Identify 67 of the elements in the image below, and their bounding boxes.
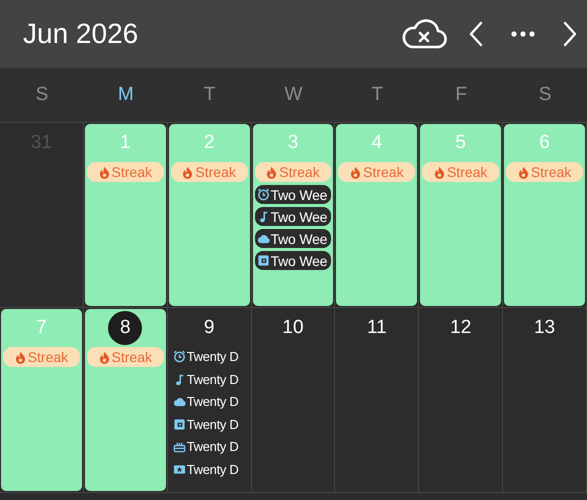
weekday-label: S xyxy=(538,84,552,106)
cloud-error-icon[interactable] xyxy=(401,19,447,49)
streak-tag[interactable]: Streak xyxy=(338,162,416,182)
flame-icon xyxy=(350,166,362,178)
day-number[interactable]: 11 xyxy=(360,311,394,345)
streak-tag[interactable]: Streak xyxy=(254,162,332,182)
cloud-icon xyxy=(256,232,270,245)
flame-icon xyxy=(98,166,110,178)
day-cell[interactable]: 8 Streak xyxy=(84,309,166,491)
weekday-label: M xyxy=(118,84,134,106)
alarm-icon xyxy=(256,188,270,201)
day-cell[interactable]: 6 Streak xyxy=(504,124,585,306)
day-cell[interactable]: 3 Streak Two Wee Two Wee Two Wee Two Wee xyxy=(252,124,334,306)
streak-tag[interactable]: Streak xyxy=(86,162,164,182)
cake-icon xyxy=(172,440,186,454)
day-number[interactable]: 7 xyxy=(24,311,58,345)
flame-icon xyxy=(182,166,194,178)
weekday-label: W xyxy=(284,84,302,106)
day-cell[interactable]: 7 Streak xyxy=(1,309,82,491)
day-number[interactable]: 13 xyxy=(528,311,562,345)
flame-icon xyxy=(266,166,278,178)
event-entry[interactable]: Two Wee xyxy=(254,185,332,204)
streak-tag[interactable]: Streak xyxy=(86,347,164,367)
flame-icon xyxy=(98,350,110,364)
streak-tag[interactable]: Streak xyxy=(422,162,500,182)
event-entry[interactable]: Twenty D xyxy=(170,437,248,456)
flame-icon xyxy=(434,166,445,178)
weekday-label: F xyxy=(455,84,468,106)
day-number[interactable]: 3 xyxy=(276,126,310,160)
day-number[interactable]: 9 xyxy=(192,311,226,345)
weekday-label: T xyxy=(204,84,216,106)
ticket-icon xyxy=(172,462,186,476)
day-cell[interactable]: 1 Streak xyxy=(84,124,166,306)
event-entry[interactable]: Two Wee xyxy=(254,207,332,226)
weekday-label: S xyxy=(36,84,48,106)
day-number[interactable]: 5 xyxy=(444,126,478,160)
event-entry[interactable]: Twenty D xyxy=(170,370,248,389)
day-number[interactable]: 2 xyxy=(192,126,226,160)
day-number[interactable]: 10 xyxy=(276,311,310,345)
day-number[interactable]: 4 xyxy=(360,126,394,160)
day-number[interactable]: 6 xyxy=(528,126,562,160)
event-entry[interactable]: Two Wee xyxy=(254,251,332,270)
flame-icon xyxy=(518,166,529,178)
streak-tag[interactable]: Streak xyxy=(506,162,583,182)
next-icon[interactable] xyxy=(563,21,577,47)
event-entry[interactable]: Two Wee xyxy=(254,229,332,248)
event-entry[interactable]: Twenty D xyxy=(170,392,248,412)
flame-icon xyxy=(14,350,26,364)
more-icon[interactable] xyxy=(511,31,535,37)
event-entry[interactable]: Twenty D xyxy=(170,347,248,366)
weekday-label: T xyxy=(372,84,384,106)
day-cell[interactable]: 4 Streak xyxy=(336,124,418,306)
day-number[interactable]: 8 xyxy=(108,311,142,345)
day-cell[interactable]: 2 Streak xyxy=(168,124,250,306)
previous-icon[interactable] xyxy=(469,21,483,47)
day-number[interactable]: 12 xyxy=(444,311,478,345)
day-cell[interactable]: 5 Streak xyxy=(420,124,502,306)
event-entry[interactable]: Twenty D xyxy=(170,414,248,434)
alarm-icon xyxy=(172,350,186,364)
card-icon xyxy=(256,254,270,267)
streak-tag[interactable]: Streak xyxy=(170,162,248,182)
event-entry[interactable]: Twenty D xyxy=(170,460,248,479)
day-number[interactable]: 1 xyxy=(108,126,142,160)
card-icon xyxy=(172,418,186,431)
streak-tag[interactable]: Streak xyxy=(3,347,80,367)
cloud-icon xyxy=(172,395,186,408)
month-title: Jun 2026 xyxy=(23,18,138,50)
